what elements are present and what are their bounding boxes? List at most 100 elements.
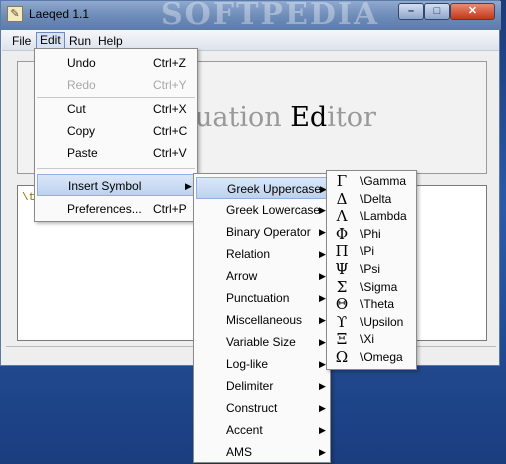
greek-uppercase-menu: Γ \Gamma Δ \Delta Λ \Lambda Φ \Phi Π \Pi Ψ \Psi Σ \Si… — [326, 170, 417, 370]
submenu-arrow-icon: ▶ — [319, 227, 326, 237]
symbol-menu-label: Accent — [226, 423, 263, 437]
symbol-menu-item[interactable]: Delimiter ▶ — [196, 375, 328, 397]
app-icon[interactable]: ✎ — [7, 6, 23, 22]
copy-shortcut: Ctrl+C — [153, 124, 188, 138]
symbol-menu-item[interactable]: Greek Lowercase ▶ — [196, 199, 328, 221]
submenu-arrow-icon: ▶ — [319, 447, 326, 457]
symbol-menu-item[interactable]: Punctuation ▶ — [196, 287, 328, 309]
greek-symbol-item[interactable]: Π \Pi — [329, 242, 414, 260]
greek-symbol-item[interactable]: Σ \Sigma — [329, 278, 414, 296]
greek-symbol-glyph: Π — [335, 242, 349, 261]
symbol-menu-item[interactable]: Variable Size ▶ — [196, 331, 328, 353]
greek-symbol-command: \Gamma — [360, 174, 407, 188]
greek-symbol-glyph: Φ — [335, 224, 349, 243]
window-title: Laeqed 1.1 — [29, 7, 90, 21]
greek-symbol-glyph: Ψ — [335, 260, 349, 278]
symbol-menu-item[interactable]: Miscellaneous ▶ — [196, 309, 328, 331]
greek-symbol-item[interactable]: Φ \Phi — [329, 225, 414, 243]
cut-label: Cut — [67, 102, 86, 116]
menu-file[interactable]: File — [9, 33, 34, 50]
undo-shortcut: Ctrl+Z — [153, 56, 186, 70]
greek-symbol-glyph: ϒ — [336, 312, 348, 331]
greek-symbol-item[interactable]: Θ \Theta — [329, 295, 414, 313]
greek-symbol-command: \Theta — [360, 297, 395, 312]
symbol-menu-label: Binary Operator — [226, 225, 311, 239]
greek-symbol-item[interactable]: Λ \Lambda — [329, 207, 414, 225]
preview-title-ed: Ed — [290, 102, 328, 133]
title-bar[interactable]: SOFTPEDIA ✎ Laeqed 1.1 – □ ✕ — [1, 0, 501, 32]
symbol-menu-label: Miscellaneous — [226, 313, 303, 327]
greek-symbol-command: \Delta — [360, 191, 392, 206]
symbol-menu-item[interactable]: Arrow ▶ — [196, 265, 328, 287]
greek-symbol-command: \Sigma — [360, 279, 398, 294]
greek-symbol-command: \Psi — [360, 262, 381, 276]
greek-symbol-command: \Lambda — [360, 209, 407, 224]
preview-title-itor: itor — [327, 102, 376, 133]
symbol-menu-label: Punctuation — [226, 291, 290, 305]
symbol-menu-label: Variable Size — [226, 335, 296, 349]
symbol-menu-item[interactable]: Greek Uppercase ▶ — [196, 177, 328, 199]
menu-item-cut[interactable]: Cut Ctrl+X — [37, 98, 195, 120]
symbol-menu-item[interactable]: Log-like ▶ — [196, 353, 328, 375]
redo-label: Redo — [67, 78, 96, 92]
preferences-shortcut: Ctrl+P — [153, 202, 187, 216]
symbol-menu-item[interactable]: Construct ▶ — [196, 397, 328, 419]
submenu-arrow-icon: ▶ — [319, 293, 326, 303]
insert-symbol-menu: Greek Uppercase ▶ Greek Lowercase ▶ Binary O… — [193, 173, 331, 463]
menu-item-paste[interactable]: Paste Ctrl+V — [37, 142, 195, 164]
greek-symbol-glyph: Λ — [336, 207, 348, 226]
submenu-arrow-icon: ▶ — [319, 315, 326, 325]
symbol-menu-label: Greek Lowercase — [226, 203, 321, 217]
greek-symbol-glyph: Θ — [335, 295, 349, 314]
submenu-arrow-icon: ▶ — [319, 271, 326, 281]
symbol-menu-label: Construct — [226, 401, 278, 415]
minimize-button[interactable]: – — [398, 3, 424, 20]
symbol-menu-label: Log-like — [226, 357, 269, 371]
cut-shortcut: Ctrl+X — [153, 102, 187, 116]
submenu-arrow-icon: ▶ — [319, 359, 326, 369]
greek-symbol-command: \Phi — [360, 226, 381, 241]
symbol-menu-label: AMS — [226, 445, 253, 459]
menu-item-preferences[interactable]: Preferences... Ctrl+P — [37, 198, 195, 220]
menu-item-copy[interactable]: Copy Ctrl+C — [37, 120, 195, 142]
submenu-arrow-icon: ▶ — [319, 205, 326, 215]
edit-menu: Undo Ctrl+Z Redo Ctrl+Y Cut Ctrl+X Copy … — [34, 48, 198, 222]
symbol-menu-label: Relation — [226, 247, 271, 261]
greek-symbol-command: \Pi — [360, 244, 375, 259]
submenu-arrow-icon: ▶ — [319, 403, 326, 413]
greek-symbol-item[interactable]: Ξ \Xi — [329, 330, 414, 348]
symbol-menu-label: Arrow — [226, 269, 258, 283]
greek-symbol-glyph: Σ — [336, 277, 348, 296]
greek-symbol-command: \Upsilon — [360, 314, 404, 329]
copy-label: Copy — [67, 124, 96, 138]
greek-symbol-glyph: Ξ — [336, 330, 348, 349]
greek-symbol-glyph: Δ — [336, 189, 348, 208]
preview-title-uation: uation — [195, 102, 291, 133]
greek-symbol-command: \Omega — [360, 350, 403, 364]
menu-item-undo[interactable]: Undo Ctrl+Z — [37, 52, 195, 74]
greek-symbol-glyph: Γ — [336, 172, 348, 190]
watermark: SOFTPEDIA — [161, 0, 380, 32]
symbol-menu-item[interactable]: Relation ▶ — [196, 243, 328, 265]
menu-item-redo[interactable]: Redo Ctrl+Y — [37, 74, 195, 96]
symbol-menu-label: Greek Uppercase — [227, 182, 322, 196]
greek-symbol-item[interactable]: Γ \Gamma — [329, 172, 414, 190]
symbol-menu-item[interactable]: Binary Operator ▶ — [196, 221, 328, 243]
greek-symbol-command: \Xi — [360, 332, 375, 347]
greek-symbol-item[interactable]: Ω \Omega — [329, 348, 414, 366]
undo-label: Undo — [67, 56, 96, 70]
symbol-menu-item[interactable]: Accent ▶ — [196, 419, 328, 441]
greek-symbol-item[interactable]: ϒ \Upsilon — [329, 313, 414, 331]
symbol-menu-item[interactable]: AMS ▶ — [196, 441, 328, 463]
preferences-label: Preferences... — [67, 202, 142, 216]
paste-label: Paste — [67, 146, 98, 160]
symbol-menu-label: Delimiter — [226, 379, 274, 393]
maximize-button[interactable]: □ — [424, 3, 450, 20]
submenu-arrow-icon: ▶ — [319, 249, 326, 259]
submenu-arrow-icon: ▶ — [185, 181, 192, 191]
greek-symbol-item[interactable]: Ψ \Psi — [329, 260, 414, 278]
menu-item-insert-symbol[interactable]: Insert Symbol ▶ — [37, 174, 195, 196]
greek-symbol-glyph: Ω — [335, 348, 349, 366]
close-button[interactable]: ✕ — [450, 3, 495, 20]
greek-symbol-item[interactable]: Δ \Delta — [329, 190, 414, 208]
